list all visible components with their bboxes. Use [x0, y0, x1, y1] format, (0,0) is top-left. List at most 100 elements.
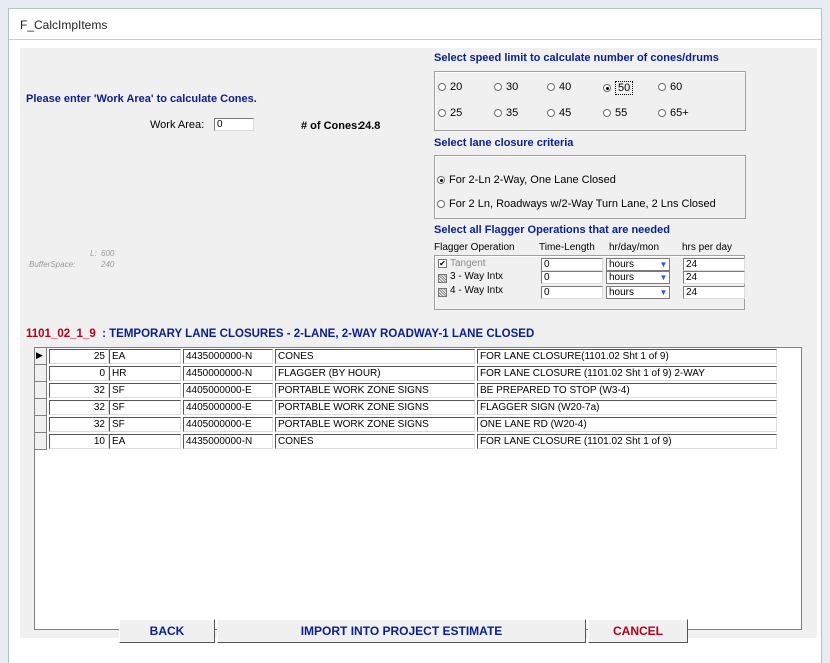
speed-option-label: 25 [450, 107, 463, 119]
remarks-cell[interactable]: ONE LANE RD (W20-4) [477, 417, 777, 432]
radio-icon [547, 109, 555, 117]
tangent-label: Tangent [450, 258, 486, 269]
speed-option[interactable]: 30 [494, 81, 518, 93]
radio-icon [438, 83, 446, 91]
lane-option-one-lane[interactable]: For 2-Ln 2-Way, One Lane Closed [437, 174, 616, 186]
item-number-cell[interactable]: 4405000000-E [183, 383, 273, 398]
radio-icon [658, 109, 666, 117]
work-area-input[interactable]: 0 [214, 118, 254, 131]
l-label: L: [90, 249, 97, 258]
lane-option-two-lanes[interactable]: For 2 Ln, Roadways w/2-Way Turn Lane, 2 … [437, 198, 716, 210]
remarks-cell[interactable]: FOR LANE CLOSURE (1101.02 Sht 1 of 9) 2-… [477, 366, 777, 381]
speed-option[interactable]: 35 [494, 107, 518, 119]
table-row[interactable]: 10 EA 4435000000-N CONES FOR LANE CLOSURE (1… [35, 433, 801, 450]
description-cell[interactable]: FLAGGER (BY HOUR) [275, 366, 475, 381]
items-table: ▶ 25 EA 4435000000-N CONES FOR LANE CLOSURE(1… [34, 347, 802, 630]
three-way-hrs-input[interactable]: 24 [683, 271, 745, 284]
speed-option-label: 40 [559, 81, 572, 93]
description-cell[interactable]: PORTABLE WORK ZONE SIGNS [275, 417, 475, 432]
table-row[interactable]: 0 HR 4450000000-N FLAGGER (BY HOUR) FOR LANE… [35, 365, 801, 382]
row-selector[interactable]: ▶ [35, 348, 47, 365]
unit-cell[interactable]: SF [109, 417, 181, 432]
speed-option[interactable]: 50 [603, 81, 634, 95]
remarks-cell[interactable]: FOR LANE CLOSURE(1101.02 Sht 1 of 9) [477, 349, 777, 364]
speed-option-label: 20 [450, 81, 463, 93]
unit-cell[interactable]: SF [109, 383, 181, 398]
qty-cell[interactable]: 0 [49, 366, 109, 381]
flagger-col-hrs: hrs per day [682, 242, 733, 253]
lane-option-label: For 2-Ln 2-Way, One Lane Closed [449, 174, 616, 186]
item-number-cell[interactable]: 4435000000-N [183, 434, 273, 449]
row-selector[interactable] [35, 382, 47, 399]
buffer-space-label: BufferSpace: [29, 260, 76, 269]
four-way-label: 4 - Way Intx [450, 285, 503, 296]
description-cell[interactable]: PORTABLE WORK ZONE SIGNS [275, 400, 475, 415]
unit-cell[interactable]: HR [109, 366, 181, 381]
row-selector[interactable] [35, 399, 47, 416]
back-button[interactable]: BACK [119, 619, 215, 643]
qty-cell[interactable]: 32 [49, 383, 109, 398]
speed-frame [434, 71, 746, 131]
import-button[interactable]: IMPORT INTO PROJECT ESTIMATE [217, 619, 586, 643]
radio-icon [603, 84, 611, 92]
qty-cell[interactable]: 32 [49, 417, 109, 432]
table-row[interactable]: 32 SF 4405000000-E PORTABLE WORK ZONE SIGNS… [35, 416, 801, 433]
description-cell[interactable]: CONES [275, 434, 475, 449]
title-bar: F_CalcImpItems [9, 9, 821, 40]
speed-option[interactable]: 45 [547, 107, 571, 119]
current-row-icon: ▶ [36, 350, 43, 360]
item-number-cell[interactable]: 4435000000-N [183, 349, 273, 364]
qty-cell[interactable]: 32 [49, 400, 109, 415]
four-way-hrs-input[interactable]: 24 [683, 286, 745, 299]
qty-cell[interactable]: 10 [49, 434, 109, 449]
remarks-cell[interactable]: FLAGGER SIGN (W20-7a) [477, 400, 777, 415]
four-way-checkbox[interactable] [438, 288, 447, 297]
flagger-col-time: Time-Length [539, 242, 595, 253]
radio-icon [658, 83, 666, 91]
row-selector[interactable] [35, 433, 47, 450]
three-way-time-input[interactable]: 0 [541, 271, 603, 284]
unit-cell[interactable]: EA [109, 434, 181, 449]
table-row[interactable]: 32 SF 4405000000-E PORTABLE WORK ZONE SIGNS… [35, 382, 801, 399]
three-way-checkbox[interactable] [438, 274, 447, 283]
unit-cell[interactable]: EA [109, 349, 181, 364]
qty-cell[interactable]: 25 [49, 349, 109, 364]
section-code: 1101_02_1_9 [26, 328, 96, 340]
item-number-cell[interactable]: 4450000000-N [183, 366, 273, 381]
description-cell[interactable]: CONES [275, 349, 475, 364]
four-way-unit-select[interactable]: hours ▼ [606, 286, 670, 299]
description-cell[interactable]: PORTABLE WORK ZONE SIGNS [275, 383, 475, 398]
row-selector[interactable] [35, 416, 47, 433]
tangent-unit-select[interactable]: hours ▼ [606, 258, 670, 271]
remarks-cell[interactable]: BE PREPARED TO STOP (W3-4) [477, 383, 777, 398]
row-selector[interactable] [35, 365, 47, 382]
chevron-down-icon: ▼ [659, 273, 668, 282]
speed-option-label: 35 [506, 107, 519, 119]
speed-option-label: 45 [559, 107, 572, 119]
speed-heading: Select speed limit to calculate number o… [434, 52, 719, 64]
four-way-time-input[interactable]: 0 [541, 286, 603, 299]
tangent-checkbox[interactable]: ✔ [438, 259, 447, 268]
speed-option[interactable]: 40 [547, 81, 571, 93]
section-header: 1101_02_1_9 : TEMPORARY LANE CLOSURES - … [26, 328, 534, 340]
unit-cell[interactable]: SF [109, 400, 181, 415]
speed-option[interactable]: 60 [658, 81, 682, 93]
item-number-cell[interactable]: 4405000000-E [183, 417, 273, 432]
speed-option[interactable]: 55 [603, 107, 627, 119]
cancel-button[interactable]: CANCEL [588, 619, 688, 643]
item-number-cell[interactable]: 4405000000-E [183, 400, 273, 415]
radio-icon [494, 83, 502, 91]
tangent-time-input[interactable]: 0 [541, 258, 603, 271]
window-title: F_CalcImpItems [20, 18, 108, 32]
radio-icon [547, 83, 555, 91]
table-row[interactable]: 32 SF 4405000000-E PORTABLE WORK ZONE SIGNS… [35, 399, 801, 416]
radio-icon [603, 109, 611, 117]
buffer-space-value: 240 [101, 260, 115, 269]
speed-option[interactable]: 20 [438, 81, 462, 93]
remarks-cell[interactable]: FOR LANE CLOSURE (1101.02 Sht 1 of 9) [477, 434, 777, 449]
three-way-unit-select[interactable]: hours ▼ [606, 271, 670, 284]
speed-option[interactable]: 65+ [658, 107, 689, 119]
tangent-hrs-input[interactable]: 24 [683, 258, 745, 271]
table-row[interactable]: ▶ 25 EA 4435000000-N CONES FOR LANE CLOSURE(1… [35, 348, 801, 365]
speed-option[interactable]: 25 [438, 107, 462, 119]
